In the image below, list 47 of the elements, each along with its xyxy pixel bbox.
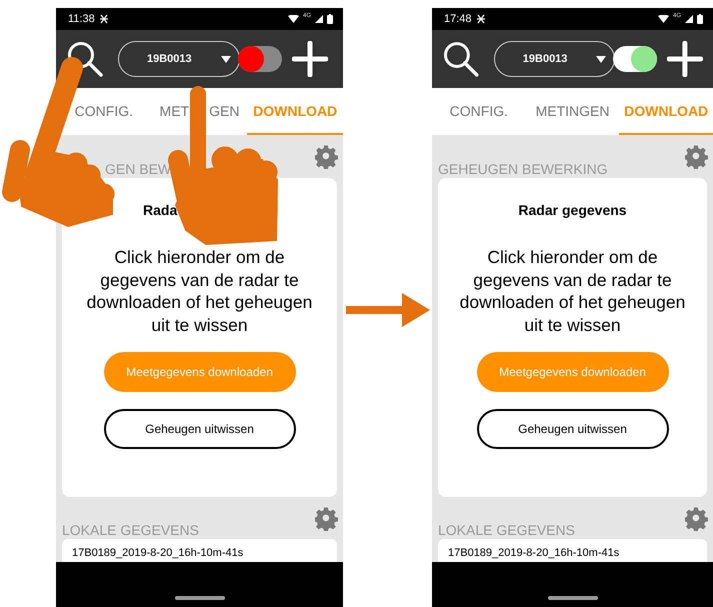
battery-icon: [327, 14, 333, 24]
search-icon[interactable]: [442, 40, 480, 78]
download-button[interactable]: Meetgegevens downloaden: [104, 352, 296, 392]
card-title: Rada: [143, 202, 178, 218]
add-icon[interactable]: [292, 41, 328, 77]
device-dropdown[interactable]: 19B0013: [494, 41, 616, 77]
file-row[interactable]: 17B0189_2019-8-20_16h-10m-41s: [62, 539, 337, 562]
battery-icon: [697, 14, 703, 24]
download-button[interactable]: Meetgegevens downloaden: [476, 352, 668, 392]
message-text: Click hieronder om de gegevens van de radar te downloaden of het geheugen uit te wissen: [458, 246, 686, 336]
caret-icon: [596, 56, 606, 62]
tab[interactable]: CONFIG.: [432, 88, 526, 135]
clear-button[interactable]: Geheugen uitwissen: [476, 409, 668, 449]
home-handle[interactable]: [548, 596, 598, 600]
connection-toggle[interactable]: [238, 46, 282, 72]
section-title: GEN BEW: [105, 161, 172, 177]
arrow-icon: [346, 293, 430, 327]
file-row[interactable]: 17B0189_2019-8-20_16h-10m-41s: [438, 539, 707, 562]
settings-icon[interactable]: [315, 145, 339, 169]
file-name: 17B0189_2019-8-20_16h-10m-41s: [448, 547, 620, 559]
settings-icon[interactable]: [315, 507, 339, 531]
tab[interactable]: CONFIG.: [56, 88, 152, 135]
settings-icon[interactable]: [685, 507, 709, 531]
device-dropdown[interactable]: 19B0013: [118, 41, 240, 77]
clock: 11:38: [68, 13, 95, 25]
clock: 17:48: [444, 13, 472, 25]
add-icon[interactable]: [667, 41, 703, 77]
tab[interactable]: METINGEN: [526, 88, 620, 135]
message-text: Click hieronder om de gegevens van de radar te downloaden of het geheugen uit te wissen: [86, 246, 314, 336]
sync-icon: [98, 14, 109, 24]
card-title: Radar gegevens: [518, 202, 627, 218]
clear-button[interactable]: Geheugen uitwissen: [104, 409, 296, 449]
settings-icon[interactable]: [685, 145, 709, 169]
wifi-icon: [288, 15, 299, 23]
search-icon[interactable]: [66, 40, 104, 78]
sync-icon: [476, 14, 486, 24]
caret-icon: [221, 56, 231, 62]
home-handle[interactable]: [174, 596, 224, 600]
tab[interactable]: MET GEN: [152, 88, 248, 135]
section-title: GEHEUGEN BEWERKING: [438, 161, 608, 177]
signal-icon: [315, 15, 323, 23]
wifi-icon: [658, 15, 669, 23]
section-title: LOKALE GEGEVENS: [438, 522, 575, 538]
section-title: LOKALE GEGEVENS: [62, 522, 199, 538]
connection-toggle[interactable]: [613, 46, 658, 72]
file-name: 17B0189_2019-8-20_16h-10m-41s: [72, 547, 244, 559]
signal-icon: [685, 15, 693, 23]
